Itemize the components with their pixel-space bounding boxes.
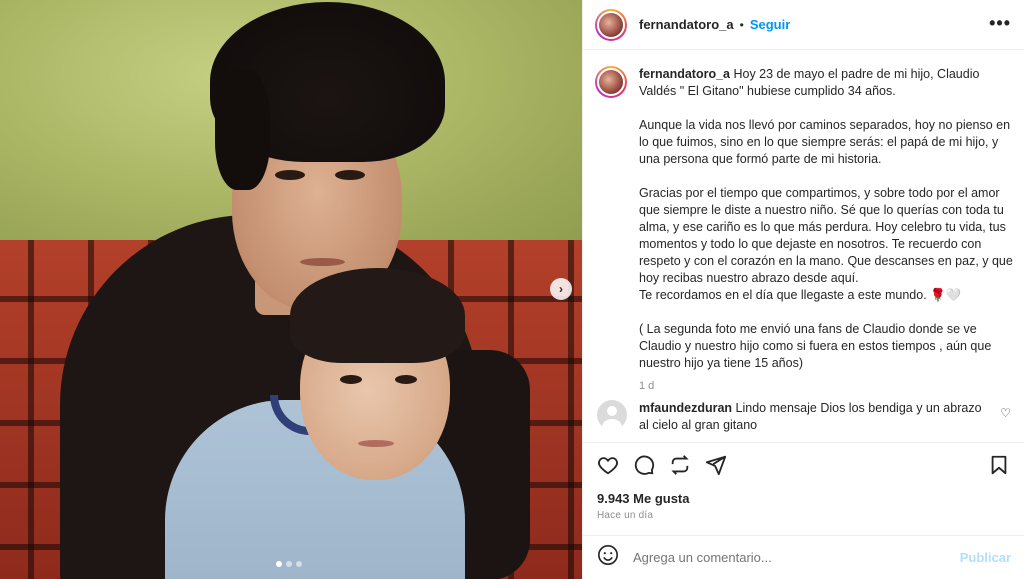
likes-count[interactable]: 9.943 Me gusta	[597, 491, 690, 506]
publish-comment-button[interactable]: Publicar	[960, 550, 1011, 565]
commenter-avatar[interactable]	[597, 400, 627, 430]
caption-username[interactable]: fernandatoro_a	[639, 67, 730, 81]
share-icon[interactable]	[705, 454, 727, 481]
post-side-panel: fernandatoro_a • Seguir ••• fernandatoro…	[582, 0, 1024, 579]
action-icons	[597, 454, 727, 481]
carousel-next-button[interactable]: ›	[550, 278, 572, 300]
author-avatar[interactable]	[595, 8, 627, 41]
repost-icon[interactable]	[669, 454, 691, 481]
caption-timestamp[interactable]: 1 d	[639, 378, 1015, 395]
photo-kid-eye	[340, 375, 362, 384]
save-bookmark-icon[interactable]	[988, 454, 1010, 481]
post-photo[interactable]: ›	[0, 0, 582, 579]
post-header: fernandatoro_a • Seguir •••	[583, 0, 1024, 50]
add-comment-bar: Publicar	[583, 535, 1024, 579]
comment-icon[interactable]	[633, 454, 655, 481]
caption-block: fernandatoro_a Hoy 23 de mayo el padre d…	[595, 66, 1015, 395]
caption-paragraph-5: ( La segunda foto me envió una fans de C…	[639, 322, 992, 370]
comment-input[interactable]	[633, 550, 933, 565]
caption-author-avatar[interactable]	[595, 66, 627, 98]
caption-text: fernandatoro_a Hoy 23 de mayo el padre d…	[639, 66, 1015, 395]
comment-text: mfaundezduran Lindo mensaje Dios los ben…	[639, 400, 994, 434]
emoji-icon[interactable]	[597, 544, 619, 571]
follow-button[interactable]: Seguir	[750, 17, 790, 32]
comment-like-icon[interactable]: ♡	[1000, 406, 1011, 420]
caption-paragraph-3: Gracias por el tiempo que compartimos, y…	[639, 186, 1013, 285]
photo-kid-eye	[395, 375, 417, 384]
carousel-dot	[296, 561, 302, 567]
carousel-dots	[276, 561, 302, 567]
photo-kid-mouth	[358, 440, 394, 447]
photo-man-eye	[275, 170, 305, 180]
like-icon[interactable]	[597, 454, 619, 481]
caption-paragraph-4: Te recordamos en el día que llegaste a e…	[639, 288, 962, 302]
photo-man-eye	[335, 170, 365, 180]
caption-paragraph-2: Aunque la vida nos llevó por caminos sep…	[639, 118, 1011, 166]
photo-man-hair-side	[215, 70, 270, 190]
author-username[interactable]: fernandatoro_a	[639, 17, 734, 32]
comment-item: mfaundezduran Lindo mensaje Dios los ben…	[597, 400, 1017, 434]
commenter-username[interactable]: mfaundezduran	[639, 401, 732, 415]
post-date: Hace un día	[597, 510, 654, 521]
carousel-dot	[286, 561, 292, 567]
photo-man-mouth	[300, 258, 345, 266]
header-separator: •	[739, 17, 744, 32]
photo-kid-hair	[290, 268, 465, 363]
actions-divider	[583, 442, 1024, 443]
carousel-dot-active	[276, 561, 282, 567]
more-options-icon[interactable]: •••	[989, 13, 1011, 34]
